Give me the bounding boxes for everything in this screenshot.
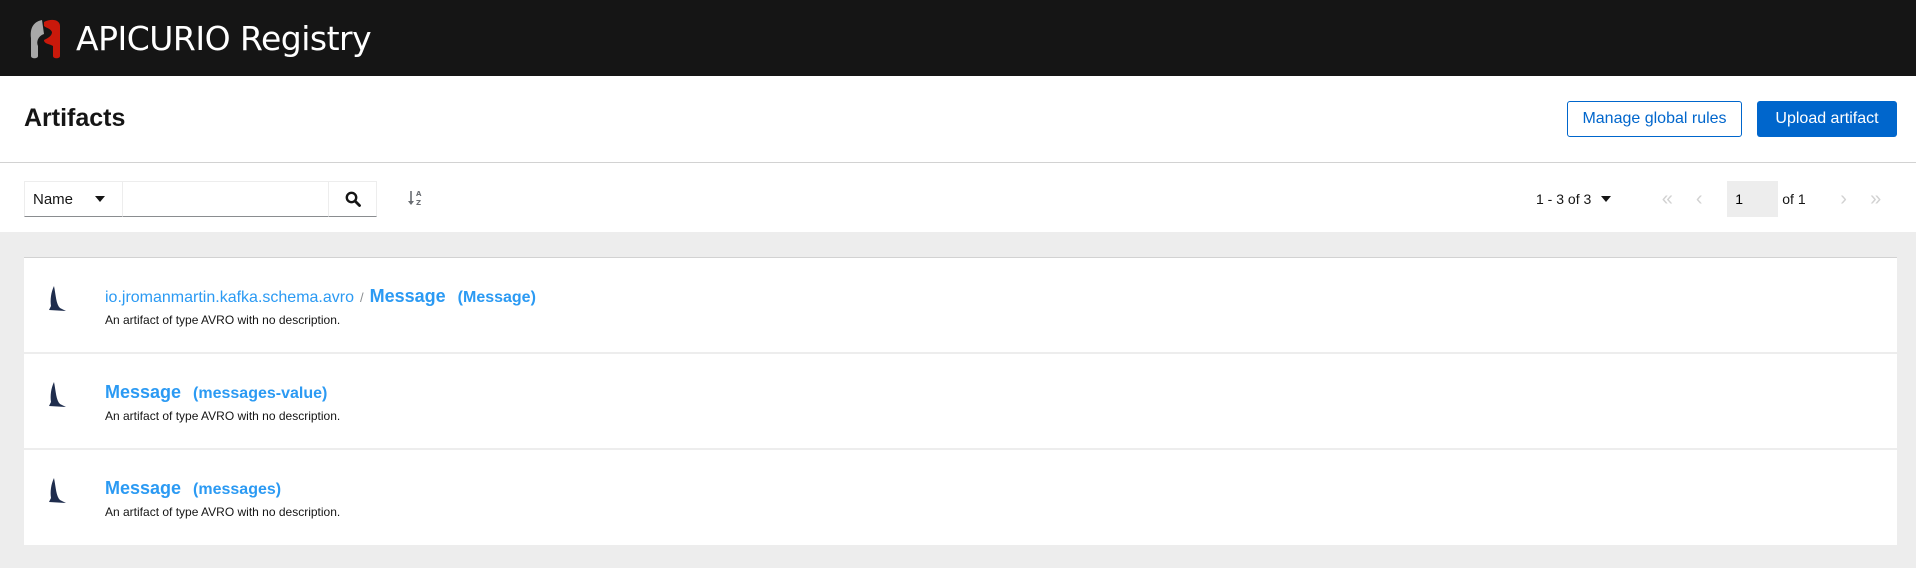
filter-type-label: Name: [33, 190, 74, 208]
svg-text:A: A: [416, 190, 422, 198]
apicurio-logo-icon: [30, 19, 60, 59]
artifact-title[interactable]: Message (messages-value): [105, 382, 327, 403]
artifact-description: An artifact of type AVRO with no descrip…: [105, 505, 341, 519]
group-separator: /: [359, 290, 364, 305]
avro-icon: [49, 286, 66, 311]
upload-artifact-button[interactable]: Upload artifact: [1757, 101, 1897, 137]
pagination: 1 - 3 of 3 « ‹ of 1 › »: [1536, 181, 1892, 217]
artifact-title[interactable]: Message (messages): [105, 478, 281, 499]
artifact-description: An artifact of type AVRO with no descrip…: [105, 409, 341, 423]
artifact-row[interactable]: Message (messages-value) An artifact of …: [24, 354, 1897, 450]
manage-global-rules-button[interactable]: Manage global rules: [1567, 101, 1742, 137]
search-input[interactable]: [123, 181, 329, 217]
caret-down-icon: [1601, 196, 1612, 202]
artifact-title[interactable]: io.jromanmartin.kafka.schema.avro / Mess…: [105, 286, 536, 307]
avro-icon: [49, 478, 66, 503]
sort-alpha-asc-icon: AZ: [408, 190, 422, 207]
page-count: of 1: [1782, 191, 1806, 207]
avro-icon: [49, 382, 66, 407]
caret-down-icon: [95, 196, 106, 202]
artifact-list: io.jromanmartin.kafka.schema.avro / Mess…: [24, 257, 1897, 545]
page-title: Artifacts: [24, 104, 126, 132]
filter-type-select[interactable]: Name: [24, 181, 123, 217]
svg-text:Z: Z: [416, 199, 421, 207]
page-number-input[interactable]: [1727, 181, 1779, 217]
artifact-name[interactable]: Message: [370, 286, 446, 307]
first-page-icon[interactable]: «: [1651, 188, 1683, 211]
next-page-icon[interactable]: ›: [1828, 188, 1860, 211]
search-icon: [345, 191, 361, 207]
artifact-id[interactable]: (messages): [193, 481, 281, 499]
pagination-range: 1 - 3 of 3: [1536, 191, 1592, 207]
artifact-row[interactable]: Message (messages) An artifact of type A…: [24, 450, 1897, 545]
brand-title: APICURIO Registry: [76, 18, 372, 58]
search-group: Name: [24, 181, 377, 217]
artifact-group[interactable]: io.jromanmartin.kafka.schema.avro: [105, 289, 354, 307]
artifact-name[interactable]: Message: [105, 382, 181, 403]
search-button[interactable]: [329, 181, 377, 217]
last-page-icon[interactable]: »: [1860, 188, 1892, 211]
sort-alpha-button[interactable]: AZ: [408, 189, 424, 210]
toolbar: Name AZ 1 - 3 of 3 « ‹ of 1 › »: [0, 163, 1916, 232]
artifact-description: An artifact of type AVRO with no descrip…: [105, 313, 341, 327]
artifact-id[interactable]: (messages-value): [193, 385, 327, 403]
artifact-row[interactable]: io.jromanmartin.kafka.schema.avro / Mess…: [24, 258, 1897, 354]
page-header: Artifacts Manage global rules Upload art…: [0, 76, 1916, 163]
per-page-toggle[interactable]: 1 - 3 of 3: [1536, 191, 1612, 207]
artifact-name[interactable]: Message: [105, 478, 181, 499]
masthead: APICURIO Registry: [0, 0, 1916, 76]
prev-page-icon[interactable]: ‹: [1683, 188, 1715, 211]
artifact-id[interactable]: (Message): [458, 289, 536, 307]
